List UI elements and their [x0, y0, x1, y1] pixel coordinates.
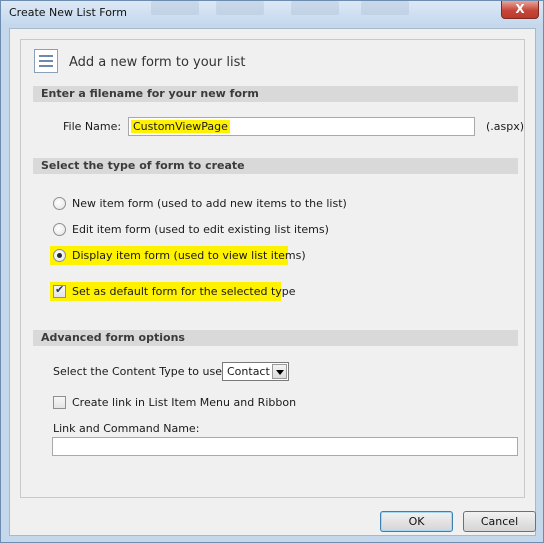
default-form-label[interactable]: Set as default form for the selected typ…	[72, 285, 296, 298]
ok-button[interactable]: OK	[380, 511, 453, 532]
list-form-icon	[34, 49, 58, 73]
default-form-checkbox[interactable]	[53, 283, 66, 298]
dialog-heading: Add a new form to your list	[69, 55, 246, 70]
file-name-value: CustomViewPage	[131, 120, 230, 133]
cancel-button[interactable]: Cancel	[463, 511, 536, 532]
content-type-select[interactable]: Contact	[222, 362, 289, 381]
new-item-form-label[interactable]: New item form (used to add new items to …	[72, 197, 347, 210]
content-type-value: Contact	[227, 365, 270, 378]
window-title: Create New List Form	[9, 6, 127, 19]
create-link-checkbox[interactable]	[53, 396, 66, 409]
new-item-form-radio[interactable]	[53, 197, 66, 210]
background-ghost	[291, 1, 339, 15]
link-name-input[interactable]	[52, 437, 518, 456]
background-ghost	[151, 1, 199, 15]
edit-item-form-radio[interactable]	[53, 223, 66, 236]
link-name-label: Link and Command Name:	[53, 422, 200, 435]
advanced-section-heading: Advanced form options	[33, 330, 518, 346]
close-button[interactable]: X	[501, 1, 539, 19]
file-extension-label: (.aspx)	[486, 120, 525, 133]
background-ghost	[216, 1, 264, 15]
background-ghost	[361, 1, 409, 15]
display-item-form-radio[interactable]	[53, 249, 66, 262]
dropdown-arrow-icon[interactable]	[272, 364, 287, 379]
create-link-label[interactable]: Create link in List Item Menu and Ribbon	[72, 396, 296, 409]
title-bar[interactable]: Create New List Form X	[1, 1, 543, 24]
display-item-form-label[interactable]: Display item form (used to view list ite…	[72, 249, 306, 262]
filename-section-heading: Enter a filename for your new form	[33, 86, 518, 102]
file-name-input[interactable]: CustomViewPage	[128, 117, 475, 136]
dialog-window: Create New List Form X Add a new form to…	[0, 0, 544, 543]
form-type-section-heading: Select the type of form to create	[33, 158, 518, 174]
edit-item-form-label[interactable]: Edit item form (used to edit existing li…	[72, 223, 329, 236]
file-name-label: File Name:	[63, 120, 122, 133]
dialog-client: Add a new form to your list Enter a file…	[9, 28, 536, 536]
content-type-label: Select the Content Type to use:	[53, 365, 226, 378]
